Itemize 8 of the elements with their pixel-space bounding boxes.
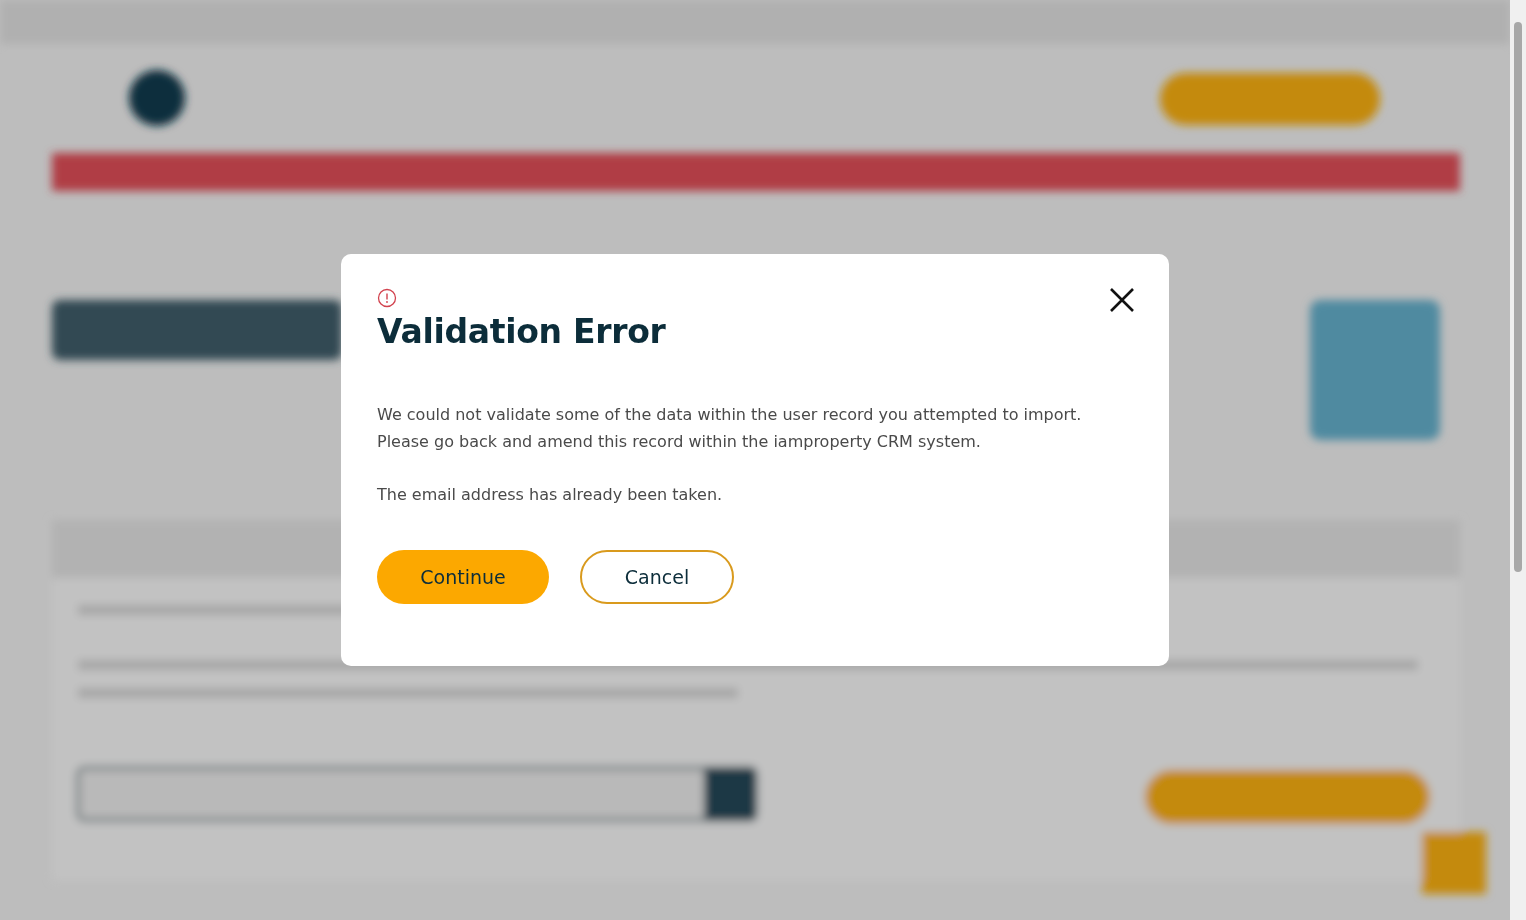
continue-button[interactable]: Continue	[377, 550, 549, 604]
cancel-button[interactable]: Cancel	[580, 550, 734, 604]
close-icon[interactable]	[1109, 287, 1135, 313]
dialog-title: Validation Error	[377, 312, 667, 351]
scrollbar[interactable]	[1510, 0, 1526, 920]
message-text: The email address has already been taken.	[377, 484, 724, 506]
warning-icon	[377, 288, 397, 308]
message-text: We could not validate some of the data within the user record you attempted to import. Please go back and amend this record within the iamproperty CRM system.	[377, 404, 1083, 453]
